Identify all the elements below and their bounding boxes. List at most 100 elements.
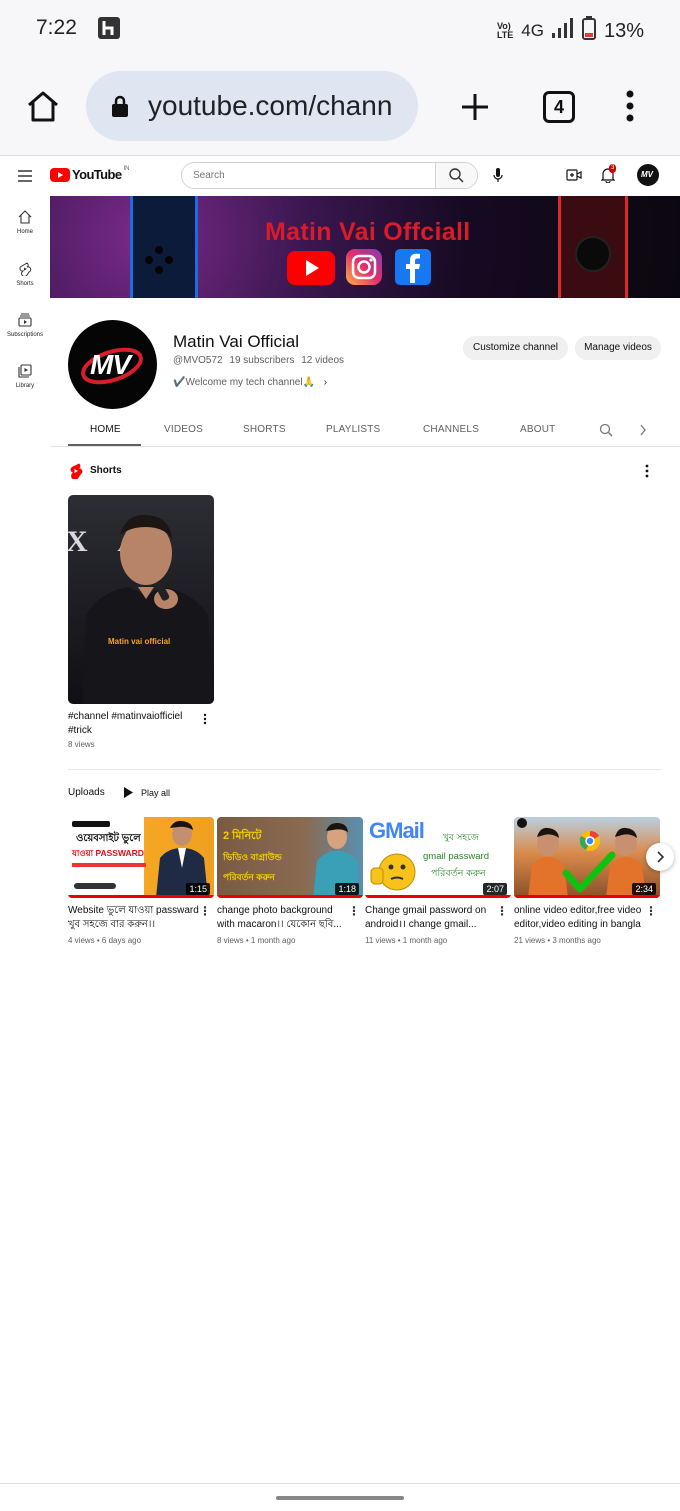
banner-youtube-logo (287, 251, 335, 290)
video-thumb-line1: 2 মিনিটে (223, 830, 262, 842)
tab-about[interactable]: ABOUT (520, 424, 555, 435)
library-icon (18, 364, 32, 378)
video-duration: 1:15 (186, 883, 210, 895)
tab-playlists[interactable]: PLAYLISTS (326, 424, 380, 435)
video-card[interactable]: 2 মিনিটে ভিডিও বাগ্রাউন্ড পরিবর্তন করুন … (217, 817, 363, 945)
channel-description[interactable]: ✔️Welcome my tech channel🙏 › (173, 377, 327, 388)
video-title[interactable]: change photo background with macaron।। য… (217, 904, 352, 932)
short-title[interactable]: #channel #matinvaiofficiel #trick (68, 710, 193, 738)
banner-controller-left (130, 196, 198, 298)
signal-icon (551, 18, 574, 44)
video-meta: 21 views • 3 months ago (514, 936, 601, 945)
video-thumb-line4: পরিবর্তন করুন (431, 868, 486, 879)
manage-videos-button[interactable]: Manage videos (575, 336, 661, 360)
channel-search-icon[interactable] (599, 423, 613, 442)
video-menu-icon[interactable]: ⋮ (199, 904, 211, 918)
network-type: 4G (521, 21, 544, 40)
status-bar: 7:22 Vo) LTE 4G 13% (0, 0, 680, 58)
battery-percent: 13% (603, 19, 644, 42)
video-duration: 2:34 (632, 883, 656, 895)
tab-shorts[interactable]: SHORTS (243, 424, 286, 435)
video-thumbnail[interactable]: 2 মিনিটে ভিডিও বাগ্রাউন্ড পরিবর্তন করুন … (217, 817, 363, 898)
video-meta: 8 views • 1 month ago (217, 936, 296, 945)
create-video-icon[interactable] (566, 168, 582, 187)
microphone-icon[interactable] (493, 168, 503, 188)
banner-facebook-logo (395, 249, 431, 290)
chevron-right-icon: › (323, 377, 328, 388)
new-tab-icon[interactable] (460, 92, 490, 127)
video-menu-icon[interactable]: ⋮ (348, 904, 360, 918)
address-bar[interactable]: youtube.com/chann (86, 71, 418, 141)
channel-videos-count: 12 videos (301, 355, 345, 366)
sidebar-item-library[interactable]: Library (0, 364, 50, 389)
sidebar-item-shorts[interactable]: Shorts (0, 262, 50, 287)
short-views: 8 views (68, 740, 95, 749)
video-thumbnail[interactable]: 2:34 (514, 817, 660, 898)
status-time: 7:22 (36, 16, 77, 39)
video-menu-icon[interactable]: ⋮ (496, 904, 508, 918)
video-thumb-line2: যাওয়া PASSWARD (72, 848, 144, 858)
short-thumbnail-text: Matin vai official (108, 637, 171, 646)
browser-menu-icon[interactable] (624, 90, 636, 127)
customize-channel-button[interactable]: Customize channel (463, 336, 568, 360)
tab-switcher-button[interactable]: 4 (543, 91, 575, 123)
sidebar-label-home: Home (16, 229, 33, 235)
tabs-scroll-right-icon[interactable] (639, 423, 647, 442)
sidebar-label-shorts: Shorts (16, 281, 34, 287)
channel-banner: Matin Vai Offciall (50, 196, 680, 298)
gesture-home-indicator[interactable] (276, 1496, 404, 1500)
channel-avatar-text: MV (90, 349, 131, 380)
tab-home[interactable]: HOME (90, 424, 121, 435)
uploads-scroll-right-button[interactable] (646, 843, 674, 871)
channel-subscribers: 19 subscribers (229, 355, 295, 366)
active-tab-indicator (68, 444, 141, 446)
uploads-section-title: Uploads (68, 787, 105, 798)
video-thumb-line3: পরিবর্তন করুন (223, 872, 275, 882)
nav-bar-divider (0, 1483, 680, 1484)
home-icon[interactable] (26, 90, 60, 127)
youtube-logo[interactable]: YouTube IN (50, 165, 130, 182)
video-title[interactable]: Change gmail password on android।। chang… (365, 904, 500, 932)
channel-avatar[interactable]: MV (68, 320, 157, 409)
sidebar-label-library: Library (15, 383, 35, 389)
video-card[interactable]: 2:34 online video editor,free video edit… (514, 817, 660, 945)
video-menu-icon[interactable]: ⋮ (645, 904, 657, 918)
status-indicators: Vo) LTE 4G 13% (497, 16, 644, 46)
video-card[interactable]: ওয়েবসাইট ভুলে যাওয়া PASSWARD 1:15 Webs… (68, 817, 214, 945)
channel-tabs: HOME VIDEOS SHORTS PLAYLISTS CHANNELS AB… (50, 414, 680, 447)
search-button[interactable] (435, 163, 477, 188)
video-title[interactable]: Website ভুলে যাওয়া passward খুব সহজে বা… (68, 904, 203, 932)
video-thumbnail[interactable]: ওয়েবসাইট ভুলে যাওয়া PASSWARD 1:15 (68, 817, 214, 898)
subscriptions-icon (18, 313, 32, 327)
shorts-section-menu-icon[interactable] (645, 464, 649, 483)
section-divider (68, 769, 662, 770)
channel-meta: @MVO572 19 subscribers 12 videos (173, 355, 344, 366)
search-input[interactable] (182, 163, 436, 188)
battery-icon (581, 16, 596, 46)
video-thumb-line2: ভিডিও বাগ্রাউন্ড (223, 852, 282, 862)
notifications-icon[interactable]: 3 (600, 164, 617, 188)
shorts-logo-icon (69, 463, 83, 484)
region-code: IN (123, 165, 130, 172)
sidebar-item-home[interactable]: Home (0, 210, 50, 235)
video-card[interactable]: GMail খুব সহজে gmail passward পরিবর্তন ক… (365, 817, 511, 945)
search-box (181, 162, 478, 189)
tab-channels[interactable]: CHANNELS (423, 424, 479, 435)
video-thumbnail[interactable]: GMail খুব সহজে gmail passward পরিবর্তন ক… (365, 817, 511, 898)
youtube-header: YouTube IN 3 MV (0, 157, 680, 195)
shorts-icon (19, 262, 32, 276)
hamburger-menu-icon[interactable] (18, 169, 32, 187)
account-avatar[interactable]: MV (637, 164, 659, 186)
short-thumbnail[interactable]: X A Matin vai official (68, 495, 214, 704)
short-thumbnail-person (82, 514, 214, 704)
url-text: youtube.com/chann (148, 90, 393, 121)
tab-videos[interactable]: VIDEOS (164, 424, 203, 435)
video-title[interactable]: online video editor,free video editor,vi… (514, 904, 649, 932)
video-duration: 2:07 (483, 883, 507, 895)
sidebar-item-subscriptions[interactable]: Subscriptions (0, 313, 50, 338)
emoji-thinking-icon (370, 853, 416, 891)
play-all-button[interactable]: Play all (124, 787, 170, 798)
short-menu-icon[interactable] (203, 712, 207, 730)
lte-label: LTE (496, 30, 514, 40)
video-meta: 4 views • 6 days ago (68, 936, 142, 945)
